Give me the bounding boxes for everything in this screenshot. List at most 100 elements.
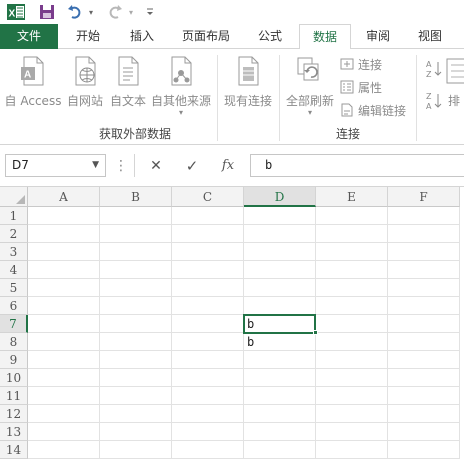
cell-c7[interactable] — [172, 315, 244, 333]
row-header-3[interactable]: 3 — [0, 243, 28, 261]
cell-c5[interactable] — [172, 279, 244, 297]
cell-e13[interactable] — [316, 423, 388, 441]
enter-icon[interactable]: ✓ — [176, 154, 208, 177]
cell-b4[interactable] — [100, 261, 172, 279]
column-header-e[interactable]: E — [316, 187, 388, 207]
formula-input[interactable]: b — [250, 154, 464, 177]
cell-e8[interactable] — [316, 333, 388, 351]
cell-e5[interactable] — [316, 279, 388, 297]
cell-b9[interactable] — [100, 351, 172, 369]
cell-c13[interactable] — [172, 423, 244, 441]
row-header-11[interactable]: 11 — [0, 387, 28, 405]
cell-d5[interactable] — [244, 279, 316, 297]
cell-f1[interactable] — [388, 207, 460, 225]
redo-icon[interactable] — [106, 2, 124, 22]
from-access-button[interactable]: A 自 Access — [4, 53, 62, 117]
tab-home[interactable]: 开始 — [66, 24, 110, 49]
cell-b3[interactable] — [100, 243, 172, 261]
cell-e9[interactable] — [316, 351, 388, 369]
cell-e3[interactable] — [316, 243, 388, 261]
row-header-9[interactable]: 9 — [0, 351, 28, 369]
cell-a2[interactable] — [28, 225, 100, 243]
save-icon[interactable] — [38, 2, 56, 22]
cell-f12[interactable] — [388, 405, 460, 423]
cell-e1[interactable] — [316, 207, 388, 225]
chevron-down-icon[interactable]: ▼ — [92, 155, 99, 176]
cell-f8[interactable] — [388, 333, 460, 351]
select-all-corner[interactable] — [0, 187, 28, 207]
tab-file[interactable]: 文件 — [0, 24, 58, 49]
cell-d8[interactable]: b — [244, 333, 316, 351]
from-other-sources-button[interactable]: 自其他来源 ▾ — [150, 53, 212, 117]
row-header-10[interactable]: 10 — [0, 369, 28, 387]
formula-bar-resize-handle[interactable]: ⋮ — [114, 154, 128, 177]
existing-connections-button[interactable]: 现有连接 — [221, 53, 275, 117]
column-header-d[interactable]: D — [244, 187, 316, 207]
cell-b8[interactable] — [100, 333, 172, 351]
cell-d11[interactable] — [244, 387, 316, 405]
cell-b1[interactable] — [100, 207, 172, 225]
cell-e10[interactable] — [316, 369, 388, 387]
customize-qat-icon[interactable] — [144, 2, 156, 22]
cell-b10[interactable] — [100, 369, 172, 387]
tab-data[interactable]: 数据 — [299, 24, 351, 50]
cell-f6[interactable] — [388, 297, 460, 315]
sort-button[interactable]: 排 — [444, 53, 464, 117]
fill-handle[interactable] — [313, 330, 318, 335]
row-header-4[interactable]: 4 — [0, 261, 28, 279]
cell-d4[interactable] — [244, 261, 316, 279]
cell-d9[interactable] — [244, 351, 316, 369]
cell-b5[interactable] — [100, 279, 172, 297]
column-header-b[interactable]: B — [100, 187, 172, 207]
cell-c11[interactable] — [172, 387, 244, 405]
cell-f14[interactable] — [388, 441, 460, 459]
cell-e14[interactable] — [316, 441, 388, 459]
row-header-14[interactable]: 14 — [0, 441, 28, 459]
cell-d10[interactable] — [244, 369, 316, 387]
cell-a8[interactable] — [28, 333, 100, 351]
cell-d3[interactable] — [244, 243, 316, 261]
cell-d6[interactable] — [244, 297, 316, 315]
cell-a11[interactable] — [28, 387, 100, 405]
cell-f2[interactable] — [388, 225, 460, 243]
tab-review[interactable]: 审阅 — [356, 24, 400, 49]
cell-f7[interactable] — [388, 315, 460, 333]
from-text-button[interactable]: 自文本 — [108, 53, 148, 117]
cell-a6[interactable] — [28, 297, 100, 315]
cell-f11[interactable] — [388, 387, 460, 405]
cell-a10[interactable] — [28, 369, 100, 387]
from-web-button[interactable]: 自网站 — [64, 53, 106, 117]
cell-f9[interactable] — [388, 351, 460, 369]
cell-a1[interactable] — [28, 207, 100, 225]
cell-c2[interactable] — [172, 225, 244, 243]
cell-d13[interactable] — [244, 423, 316, 441]
cell-b12[interactable] — [100, 405, 172, 423]
cell-d7[interactable]: b — [244, 315, 316, 333]
edit-links-button[interactable]: 编辑链接 — [340, 100, 406, 120]
tab-formulas[interactable]: 公式 — [248, 24, 292, 49]
row-header-13[interactable]: 13 — [0, 423, 28, 441]
cell-c6[interactable] — [172, 297, 244, 315]
sort-az-icon[interactable]: AZ — [426, 59, 442, 82]
row-header-8[interactable]: 8 — [0, 333, 28, 351]
cell-c14[interactable] — [172, 441, 244, 459]
undo-icon[interactable] — [66, 2, 84, 22]
cell-e11[interactable] — [316, 387, 388, 405]
cell-b2[interactable] — [100, 225, 172, 243]
worksheet-grid[interactable]: A B C D E F 1 2 3 4 5 6 7 b 8 b 9 10 11 12 13 14 — [0, 187, 464, 461]
redo-dropdown-icon[interactable]: ▾ — [126, 2, 136, 22]
cell-e7[interactable] — [316, 315, 388, 333]
cell-e12[interactable] — [316, 405, 388, 423]
cell-f3[interactable] — [388, 243, 460, 261]
column-header-a[interactable]: A — [28, 187, 100, 207]
cell-f5[interactable] — [388, 279, 460, 297]
cell-c4[interactable] — [172, 261, 244, 279]
cell-c3[interactable] — [172, 243, 244, 261]
cell-f13[interactable] — [388, 423, 460, 441]
cell-c12[interactable] — [172, 405, 244, 423]
row-header-7[interactable]: 7 — [0, 315, 28, 333]
cell-a14[interactable] — [28, 441, 100, 459]
cell-a9[interactable] — [28, 351, 100, 369]
cell-d14[interactable] — [244, 441, 316, 459]
cell-e4[interactable] — [316, 261, 388, 279]
